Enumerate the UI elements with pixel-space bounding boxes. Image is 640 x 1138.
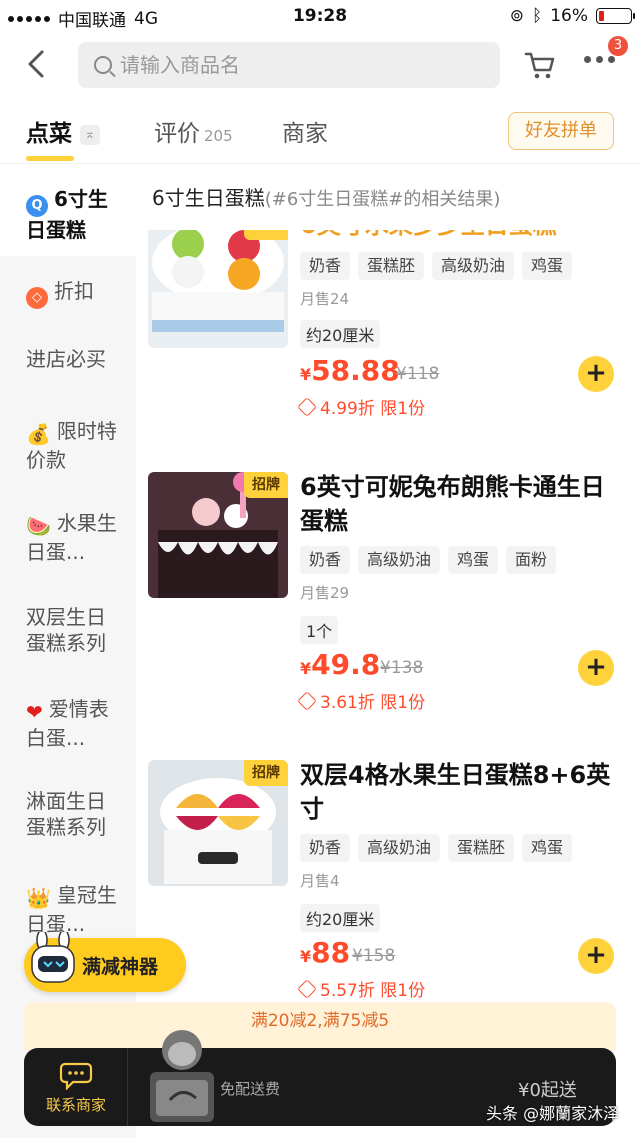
collapse-icon[interactable]: ⌅: [80, 124, 100, 145]
discount-info: 5.57折 限1份: [297, 976, 426, 1001]
add-to-cart-button[interactable]: +: [578, 650, 614, 686]
lock-rotation-icon: ⊚: [509, 6, 524, 26]
product-tag: 高级奶油: [432, 252, 515, 280]
product-tag: 奶香: [300, 834, 351, 862]
tab-merchant[interactable]: 商家: [282, 114, 328, 148]
product-image[interactable]: 招牌: [148, 472, 288, 598]
search-result-icon: Q: [26, 195, 48, 217]
original-price: ¥138: [380, 658, 424, 678]
chat-icon: [59, 1062, 93, 1090]
tab-merchant-label: 商家: [282, 121, 328, 147]
group-order-button[interactable]: 好友拼单: [508, 112, 614, 150]
search-bar[interactable]: [78, 42, 500, 88]
product-tag: 高级奶油: [358, 834, 441, 862]
product-tags: 奶香 高级奶油 鸡蛋 面粉: [300, 546, 557, 574]
product-tag: 鸡蛋: [448, 546, 499, 574]
back-button[interactable]: [20, 46, 56, 82]
price-value: 49.8: [311, 648, 381, 681]
battery-icon: [596, 8, 635, 24]
product-spec: 约20厘米: [300, 904, 381, 932]
discount-text: 4.99折 限1份: [320, 399, 426, 419]
product-tag: 蛋糕胚: [358, 252, 425, 280]
top-nav: 3: [0, 34, 640, 96]
product-tag: 奶香: [300, 252, 351, 280]
battery-percent: 16%: [550, 6, 588, 26]
original-price: ¥118: [396, 364, 440, 384]
product-image[interactable]: [148, 230, 288, 348]
discount-tag-icon: [297, 397, 317, 417]
monthly-sales: 月售24: [300, 290, 350, 308]
product-card[interactable]: 招牌 双层4格水果生日蛋糕8+6英寸 奶香 高级奶油 蛋糕胚 鸡蛋 月售4 约2…: [136, 758, 640, 1008]
watermark-text: 头条 @娜蘭家沐泽: [486, 1104, 620, 1123]
discount-text: 3.61折 限1份: [320, 693, 426, 713]
bluetooth-icon: ᛒ: [532, 6, 543, 26]
product-list: 6英寸水果多多生日蛋糕 奶香 蛋糕胚 高级奶油 鸡蛋 月售24 约20厘米 ¥5…: [0, 230, 640, 1010]
minimum-order-text: ¥0起送: [518, 1080, 577, 1101]
tab-reviews[interactable]: 评价 205: [154, 114, 233, 148]
product-card[interactable]: 招牌 6英寸可妮兔布朗熊卡通生日蛋糕 奶香 高级奶油 鸡蛋 面粉 月售29 1个…: [136, 470, 640, 720]
currency-symbol: ¥: [300, 365, 312, 384]
product-tags: 奶香 蛋糕胚 高级奶油 鸡蛋: [300, 252, 573, 280]
status-bar: 中国联通 4G 19:28 ⊚ ᛒ 16%: [0, 0, 640, 34]
search-input[interactable]: [120, 53, 460, 77]
tab-order-label: 点菜: [26, 121, 72, 147]
tab-reviews-label: 评价: [154, 121, 200, 147]
product-price: ¥49.8: [300, 648, 380, 681]
product-title: 双层4格水果生日蛋糕8+6英寸: [300, 761, 611, 823]
add-to-cart-button[interactable]: +: [578, 938, 614, 974]
product-tag: 蛋糕胚: [448, 834, 515, 862]
full-reduction-banner: 满20减2,满75减5: [24, 1002, 616, 1050]
product-card[interactable]: 6英寸水果多多生日蛋糕 奶香 蛋糕胚 高级奶油 鸡蛋 月售24 约20厘米 ¥5…: [136, 230, 640, 432]
notification-badge: 3: [608, 36, 628, 56]
product-tags: 奶香 高级奶油 蛋糕胚 鸡蛋: [300, 834, 573, 862]
discount-helper-button[interactable]: 满减神器: [24, 932, 186, 992]
chevron-left-icon: [28, 50, 44, 78]
add-to-cart-button[interactable]: +: [578, 356, 614, 392]
product-tag: 高级奶油: [358, 546, 441, 574]
product-title: 6英寸可妮兔布朗熊卡通生日蛋糕: [300, 473, 605, 535]
signature-badge: 招牌: [244, 472, 288, 498]
product-price: ¥88: [300, 936, 350, 969]
monthly-sales: 月售4: [300, 872, 340, 890]
cart-button[interactable]: [524, 50, 556, 80]
product-title: 6英寸水果多多生日蛋糕: [300, 230, 620, 242]
product-spec: 1个: [300, 616, 339, 644]
product-spec: 约20厘米: [300, 320, 381, 348]
product-price: ¥58.88: [300, 354, 400, 387]
price-value: 58.88: [311, 354, 400, 387]
product-tag: 鸡蛋: [522, 834, 573, 862]
delivery-rider-icon: [150, 1030, 214, 1122]
fruit-cake-photo: [148, 230, 288, 348]
category-title: 6寸生日蛋糕: [152, 186, 265, 210]
signature-badge: 招牌: [244, 760, 288, 786]
review-count: 205: [204, 127, 233, 145]
currency-symbol: ¥: [300, 659, 312, 678]
discount-tag-icon: [297, 979, 317, 999]
price-value: 88: [311, 936, 351, 969]
original-price: ¥158: [352, 946, 396, 966]
tab-bar: 点菜 ⌅ 评价 205 商家 好友拼单: [0, 100, 640, 164]
discount-info: 3.61折 限1份: [297, 688, 426, 713]
monthly-sales: 月售29: [300, 584, 350, 602]
contact-merchant-label: 联系商家: [45, 1096, 106, 1114]
product-tag: 面粉: [506, 546, 557, 574]
category-heading: 6寸生日蛋糕(#6寸生日蛋糕#的相关结果): [152, 182, 500, 211]
product-tag: 鸡蛋: [522, 252, 573, 280]
product-tag: 奶香: [300, 546, 351, 574]
currency-symbol: ¥: [300, 947, 312, 966]
active-tab-indicator: [26, 156, 74, 161]
discount-tag-icon: [297, 691, 317, 711]
robot-mascot-icon: [31, 932, 75, 983]
category-subtitle: (#6寸生日蛋糕#的相关结果): [264, 189, 501, 210]
cart-icon: [524, 52, 555, 79]
contact-merchant-button[interactable]: 联系商家: [24, 1048, 128, 1126]
discount-text: 5.57折 限1份: [320, 981, 426, 1001]
delivery-fee-text: 免配送费: [220, 1080, 281, 1098]
discount-info: 4.99折 限1份: [297, 394, 426, 419]
discount-helper-label: 满减神器: [82, 956, 159, 978]
more-button[interactable]: [584, 56, 615, 63]
tab-order[interactable]: 点菜 ⌅: [26, 114, 100, 148]
product-image[interactable]: 招牌: [148, 760, 288, 886]
search-icon: [94, 56, 112, 74]
